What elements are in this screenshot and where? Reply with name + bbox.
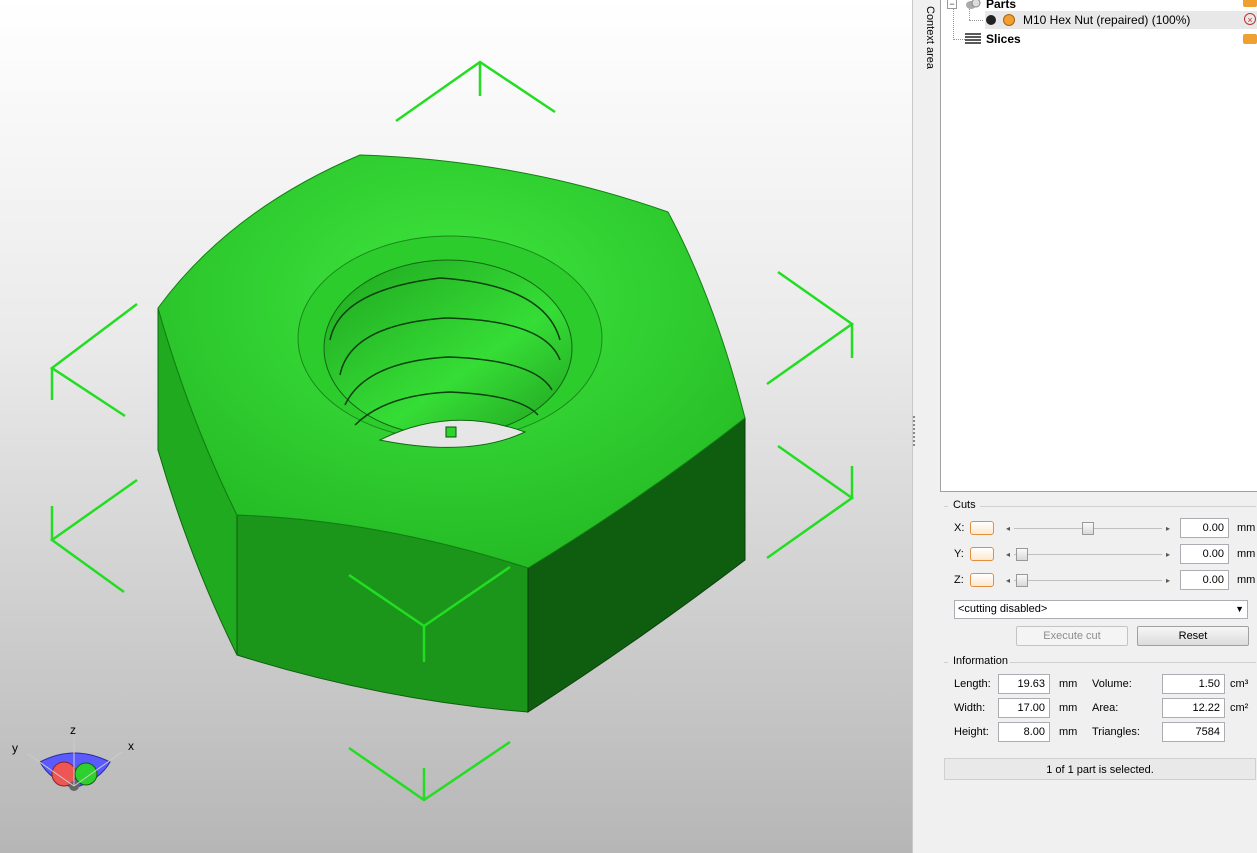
cut-x-toggle[interactable]	[970, 521, 994, 535]
cut-y-toggle[interactable]	[970, 547, 994, 561]
folder-open-icon[interactable]	[1243, 0, 1257, 7]
selection-status: 1 of 1 part is selected.	[944, 758, 1256, 780]
folder-open-icon[interactable]	[1243, 34, 1257, 44]
gizmo-y-label: y	[12, 741, 18, 755]
axis-gizmo[interactable]: z y x	[6, 722, 146, 822]
slider-right-arrow-icon[interactable]: ▸	[1166, 548, 1170, 561]
cut-x-unit: mm	[1237, 522, 1256, 534]
area-label: Area:	[1092, 702, 1119, 714]
cut-z-slider[interactable]: ◂ ▸	[1004, 574, 1172, 587]
length-value	[998, 674, 1050, 694]
width-label: Width:	[954, 702, 986, 714]
part-mesh-icon	[1003, 14, 1015, 26]
3d-viewport[interactable]: z y x	[0, 0, 912, 853]
cut-x-label: X:	[954, 522, 965, 534]
cut-y-label: Y:	[954, 548, 964, 560]
height-unit: mm	[1059, 726, 1078, 738]
context-area-tab[interactable]	[912, 0, 941, 853]
parts-label: Parts	[986, 0, 1017, 11]
slider-right-arrow-icon[interactable]: ▸	[1166, 574, 1170, 587]
slider-left-arrow-icon[interactable]: ◂	[1006, 522, 1010, 535]
tree-item-slices[interactable]: Slices	[941, 30, 1257, 48]
length-unit: mm	[1059, 678, 1078, 690]
height-value	[998, 722, 1050, 742]
cut-z-thumb[interactable]	[1016, 574, 1028, 587]
gizmo-z-label: z	[70, 723, 76, 737]
slices-icon	[965, 32, 981, 46]
height-label: Height:	[954, 726, 989, 738]
execute-cut-button[interactable]: Execute cut	[1016, 626, 1128, 646]
gizmo-x-label: x	[128, 739, 134, 753]
cut-mode-value: <cutting disabled>	[958, 603, 1048, 615]
cut-x-thumb[interactable]	[1082, 522, 1094, 535]
cut-y-thumb[interactable]	[1016, 548, 1028, 561]
slider-right-arrow-icon[interactable]: ▸	[1166, 522, 1170, 535]
parts-tree[interactable]: − Parts M10 Hex Nut (repaired) (100%) × …	[940, 0, 1257, 492]
pivot-handle	[445, 426, 457, 438]
slices-label: Slices	[986, 32, 1021, 46]
splitter-grip[interactable]	[913, 416, 915, 446]
triangles-value	[1162, 722, 1225, 742]
volume-label: Volume:	[1092, 678, 1132, 690]
cut-z-label: Z:	[954, 574, 964, 586]
cut-mode-select[interactable]: <cutting disabled> ▼	[954, 600, 1248, 619]
cut-z-unit: mm	[1237, 574, 1256, 586]
cut-z-toggle[interactable]	[970, 573, 994, 587]
reset-button[interactable]: Reset	[1137, 626, 1249, 646]
cuts-title: Cuts	[953, 499, 976, 511]
cut-x-input[interactable]	[1180, 518, 1229, 538]
cut-y-slider[interactable]: ◂ ▸	[1004, 548, 1172, 561]
cut-y-unit: mm	[1237, 548, 1256, 560]
length-label: Length:	[954, 678, 991, 690]
visibility-dot-icon[interactable]	[986, 15, 996, 25]
information-title: Information	[953, 655, 1009, 667]
context-area-label: Context area	[924, 6, 936, 69]
remove-part-icon[interactable]: ×	[1244, 13, 1256, 25]
part-name: M10 Hex Nut (repaired) (100%)	[1023, 13, 1191, 27]
parts-icon	[965, 0, 981, 10]
cut-y-input[interactable]	[1180, 544, 1229, 564]
area-unit: cm²	[1230, 702, 1249, 714]
cut-x-slider[interactable]: ◂ ▸	[1004, 522, 1172, 535]
volume-value	[1162, 674, 1225, 694]
volume-unit: cm³	[1230, 678, 1249, 690]
properties-panel: Cuts X: ◂ ▸ mm Y: ◂ ▸ mm Z: ◂ ▸ mm <cutt…	[940, 492, 1257, 853]
slider-left-arrow-icon[interactable]: ◂	[1006, 574, 1010, 587]
cut-z-input[interactable]	[1180, 570, 1229, 590]
triangles-label: Triangles:	[1092, 726, 1140, 738]
chevron-down-icon[interactable]: ▼	[1235, 601, 1244, 618]
width-value	[998, 698, 1050, 718]
slider-left-arrow-icon[interactable]: ◂	[1006, 548, 1010, 561]
width-unit: mm	[1059, 702, 1078, 714]
tree-item-part[interactable]: M10 Hex Nut (repaired) (100%) ×	[985, 11, 1257, 29]
area-value	[1162, 698, 1225, 718]
